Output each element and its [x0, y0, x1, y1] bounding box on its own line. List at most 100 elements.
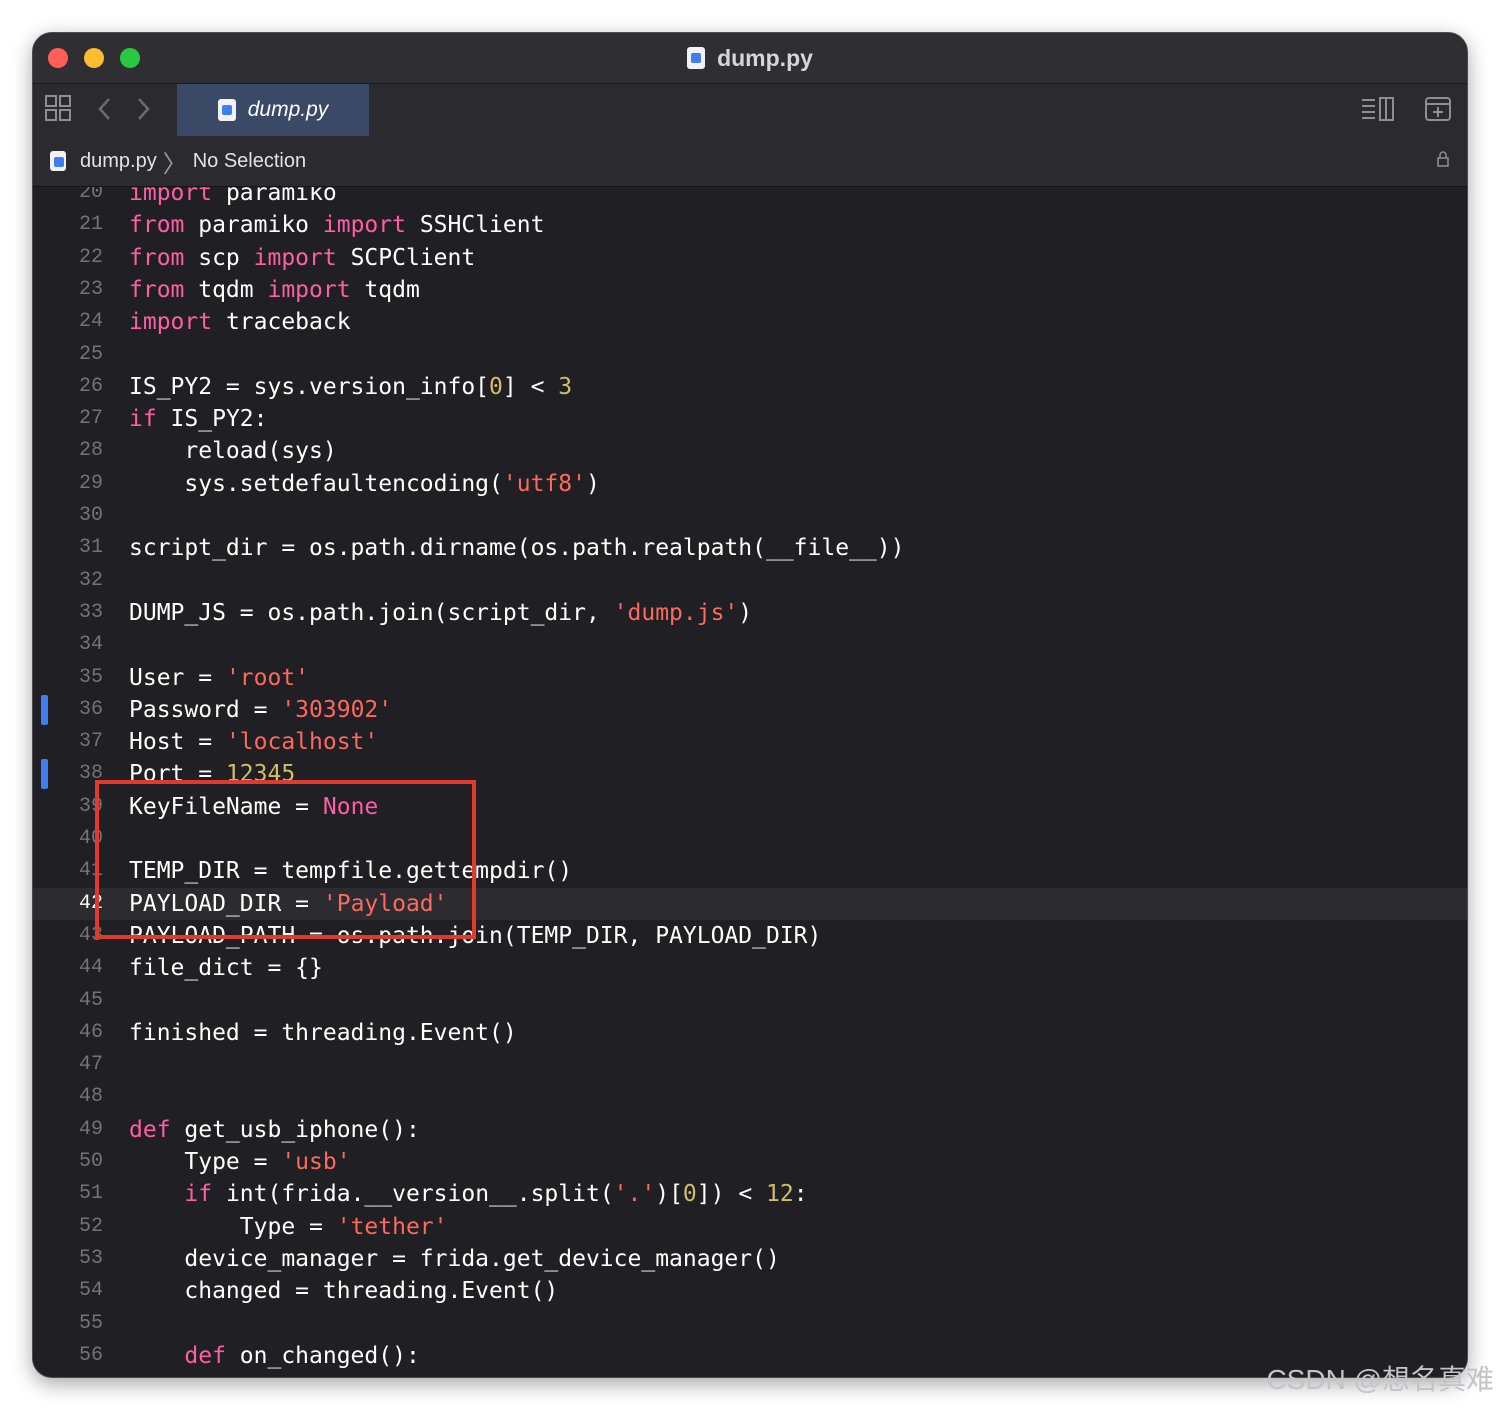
line-number: 40	[78, 827, 103, 850]
back-arrow-icon[interactable]	[97, 96, 111, 128]
line-number: 39	[78, 794, 103, 818]
code-line[interactable]: 25	[33, 339, 1467, 371]
change-marker[interactable]	[41, 759, 48, 790]
code-token: def	[129, 1116, 171, 1143]
line-number: 20	[78, 187, 103, 204]
code-token: paramiko	[184, 212, 323, 239]
code-text: Host = 'localhost'	[129, 726, 378, 758]
code-line[interactable]: 28 reload(sys)	[33, 435, 1467, 467]
code-line[interactable]: 51 if int(frida.__version__.split('.')[0…	[33, 1178, 1467, 1210]
code-line[interactable]: 50 Type = 'usb'	[33, 1146, 1467, 1178]
title-bar: dump.py	[33, 33, 1467, 83]
code-editor[interactable]: 20 import paramiko 21 from paramiko import …	[33, 187, 1467, 1377]
change-marker[interactable]	[41, 694, 48, 725]
code-token: changed = threading.Event()	[129, 1278, 559, 1305]
code-line[interactable]: 56 def on_changed():	[33, 1340, 1467, 1372]
code-line[interactable]: 31 script_dir = os.path.dirname(os.path.r…	[33, 532, 1467, 564]
code-text: changed = threading.Event()	[129, 1275, 558, 1307]
line-number: 28	[78, 439, 103, 463]
add-editor-icon[interactable]	[1425, 96, 1451, 128]
code-line[interactable]: 45	[33, 985, 1467, 1017]
code-token: file_dict = {}	[129, 955, 323, 982]
code-token: 'usb'	[281, 1149, 351, 1175]
breadcrumb: dump.py 〉 No Selection	[33, 136, 1467, 187]
editor-options-icon[interactable]	[1361, 96, 1395, 128]
line-number: 35	[78, 665, 103, 689]
watermark: CSDN @想名真难	[1266, 1364, 1494, 1395]
code-token: 'dump.js'	[613, 599, 739, 626]
code-token: from	[129, 276, 185, 303]
code-line[interactable]: 32	[33, 565, 1467, 597]
code-text: from tqdm import tqdm	[129, 274, 420, 306]
code-line[interactable]: 36 Password = '303902'	[33, 694, 1467, 726]
lock-icon[interactable]	[1437, 151, 1449, 172]
line-number: 24	[78, 310, 103, 334]
code-line[interactable]: 44 file_dict = {}	[33, 952, 1467, 984]
code-line[interactable]: 54 changed = threading.Event()	[33, 1275, 1467, 1307]
code-token: finished = threading.Event()	[129, 1019, 517, 1046]
annotation-highlight-box	[95, 780, 476, 939]
code-line[interactable]: 29 sys.setdefaultencoding('utf8')	[33, 468, 1467, 500]
line-number: 22	[78, 245, 103, 269]
code-text: def on_changed():	[129, 1340, 419, 1372]
code-token: import	[322, 212, 406, 239]
code-line[interactable]: 37 Host = 'localhost'	[33, 726, 1467, 758]
forward-arrow-icon[interactable]	[137, 96, 151, 128]
code-text: changed.set()	[129, 1372, 420, 1377]
code-line[interactable]: 27 if IS_PY2:	[33, 403, 1467, 435]
code-token: device_manager = frida.get_device_manage…	[129, 1245, 780, 1272]
code-line[interactable]: 53 device_manager = frida.get_device_man…	[33, 1243, 1467, 1275]
line-number: 56	[78, 1343, 103, 1367]
line-number: 48	[78, 1085, 103, 1109]
line-number: 43	[78, 923, 103, 947]
code-token: IS_PY2 = sys.version_info[	[129, 373, 490, 400]
code-line[interactable]: 55	[33, 1308, 1467, 1340]
code-token: User =	[129, 664, 226, 691]
code-token: 'root'	[225, 664, 310, 691]
code-text: device_manager = frida.get_device_manage…	[129, 1243, 780, 1275]
code-line[interactable]: 46 finished = threading.Event()	[33, 1017, 1467, 1049]
breadcrumb-selection[interactable]: No Selection	[193, 150, 306, 173]
code-token: ] <	[502, 373, 559, 400]
code-token: paramiko	[212, 187, 337, 206]
code-line[interactable]: 35 User = 'root'	[33, 662, 1467, 694]
code-token: '.'	[613, 1181, 656, 1208]
code-line[interactable]: 30	[33, 500, 1467, 532]
code-line[interactable]: 52 Type = 'tether'	[33, 1211, 1467, 1243]
code-line[interactable]: 33 DUMP_JS = os.path.join(script_dir, 'du…	[33, 597, 1467, 629]
code-line[interactable]: 49 def get_usb_iphone():	[33, 1114, 1467, 1146]
code-line[interactable]: 22 from scp import SCPClient	[33, 242, 1467, 274]
code-line[interactable]: 34	[33, 629, 1467, 661]
code-token: import	[129, 309, 213, 336]
code-token: 'localhost'	[225, 729, 379, 756]
code-line[interactable]: 57 changed.set()	[33, 1372, 1467, 1377]
code-line[interactable]: 23 from tqdm import tqdm	[33, 274, 1467, 306]
line-number: 54	[78, 1279, 103, 1303]
code-text: Password = '303902'	[129, 694, 392, 726]
code-line[interactable]: 48	[33, 1081, 1467, 1113]
code-line[interactable]: 47	[33, 1049, 1467, 1081]
code-text: if int(frida.__version__.split('.')[0]) …	[129, 1178, 807, 1210]
code-text: from scp import SCPClient	[129, 242, 475, 274]
line-number: 25	[78, 342, 103, 366]
code-text: def get_usb_iphone():	[129, 1114, 420, 1146]
line-number: 47	[78, 1053, 103, 1077]
code-line[interactable]: 21 from paramiko import SSHClient	[33, 209, 1467, 241]
code-token: if	[184, 1181, 213, 1208]
code-line[interactable]: 24 import traceback	[33, 306, 1467, 338]
code-line[interactable]: 20 import paramiko	[33, 187, 1467, 209]
code-text: import traceback	[129, 306, 351, 338]
code-text: IS_PY2 = sys.version_info[0] < 3	[129, 371, 572, 403]
code-text: if IS_PY2:	[129, 403, 267, 435]
breadcrumb-file[interactable]: dump.py	[80, 150, 157, 173]
code-line[interactable]: 26 IS_PY2 = sys.version_info[0] < 3	[33, 371, 1467, 403]
swift-file-icon	[217, 99, 236, 121]
grid-icon[interactable]	[45, 95, 71, 127]
swift-file-icon	[687, 47, 706, 69]
code-token: import	[129, 187, 213, 206]
tab-dump-py[interactable]: dump.py	[177, 84, 369, 136]
code-token: if	[129, 406, 157, 433]
swift-file-icon	[50, 151, 66, 171]
code-token: )	[738, 599, 753, 626]
